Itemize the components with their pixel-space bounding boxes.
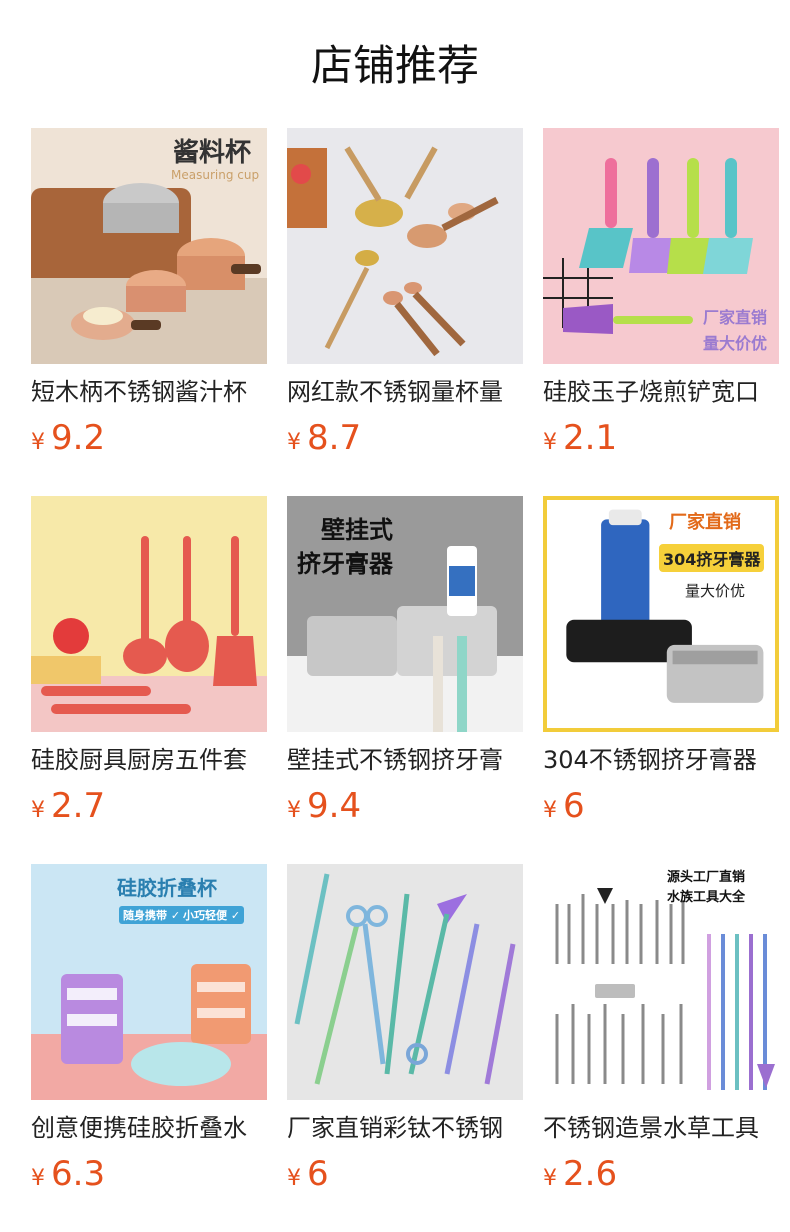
overlay-text: 304挤牙膏器 — [659, 544, 765, 572]
product-name[interactable]: 壁挂式不锈钢挤牙膏 — [287, 742, 523, 778]
overlay-text: 量大价优 — [703, 334, 768, 353]
product-image[interactable]: 厂家直销 304挤牙膏器 量大价优 — [543, 496, 779, 732]
product-price: ¥2.1 — [543, 416, 617, 460]
overlay-text: Measuring cup — [171, 168, 260, 182]
price-value: 2.7 — [51, 786, 106, 826]
product-name[interactable]: 创意便携硅胶折叠水 — [31, 1110, 267, 1146]
price-value: 6 — [563, 786, 585, 826]
currency-symbol: ¥ — [287, 1166, 301, 1191]
overlay-text: 壁挂式 — [321, 516, 393, 544]
overlay-text: 酱料杯 — [173, 138, 252, 168]
currency-symbol: ¥ — [287, 430, 301, 455]
product-image[interactable]: 源头工厂直销 水族工具大全 — [543, 864, 779, 1100]
overlay-text: 量大价优 — [685, 582, 746, 600]
overlay-text: 小巧轻便 ✓ — [179, 906, 245, 924]
price-value: 8.7 — [307, 418, 362, 458]
product-image[interactable]: 硅胶折叠杯 随身携带 ✓ 小巧轻便 ✓ — [31, 864, 267, 1100]
overlay-text: 厂家直销 — [703, 308, 768, 327]
overlay-text: 水族工具大全 — [667, 890, 746, 905]
overlay-text: 源头工厂直销 — [667, 870, 746, 885]
product-name[interactable]: 不锈钢造景水草工具 — [543, 1110, 779, 1146]
product-price: ¥6 — [543, 784, 585, 828]
product-name[interactable]: 硅胶厨具厨房五件套 — [31, 742, 267, 778]
product-image[interactable]: 厂家直销 量大价优 — [543, 128, 779, 364]
product-price: ¥9.4 — [287, 784, 361, 828]
product-name[interactable]: 硅胶玉子烧煎铲宽口 — [543, 374, 779, 410]
product-price: ¥6.3 — [31, 1152, 105, 1196]
overlay-text: 随身携带 ✓ — [119, 906, 185, 924]
product-image[interactable] — [31, 496, 267, 732]
red-silicone-utensils-image — [31, 496, 267, 732]
product-name[interactable]: 短木柄不锈钢酱汁杯 — [31, 374, 267, 410]
product-card[interactable]: 硅胶厨具厨房五件套 ¥2.7 — [31, 496, 267, 836]
product-name[interactable]: 网红款不锈钢量杯量 — [287, 374, 523, 410]
product-card[interactable]: 网红款不锈钢量杯量 ¥8.7 — [287, 128, 523, 468]
currency-symbol: ¥ — [543, 798, 557, 823]
product-card[interactable]: 壁挂式 挤牙膏器 壁挂式不锈钢挤牙膏 ¥9.4 — [287, 496, 523, 836]
price-value: 6 — [307, 1154, 329, 1194]
currency-symbol: ¥ — [31, 798, 45, 823]
overlay-text: 硅胶折叠杯 — [117, 876, 217, 900]
page-title: 店铺推荐 — [310, 41, 479, 90]
overlay-text: 挤牙膏器 — [297, 550, 393, 578]
product-price: ¥8.7 — [287, 416, 361, 460]
rainbow-titanium-tools-image — [287, 864, 523, 1100]
product-image[interactable]: 酱料杯 Measuring cup — [31, 128, 267, 364]
price-value: 2.1 — [563, 418, 618, 458]
product-price: ¥6 — [287, 1152, 329, 1196]
overlay-text: 厂家直销 — [669, 512, 741, 533]
product-image[interactable] — [287, 128, 523, 364]
product-card[interactable]: 厂家直销 304挤牙膏器 量大价优 304不锈钢挤牙膏器 ¥6 — [543, 496, 779, 836]
product-price: ¥2.6 — [543, 1152, 617, 1196]
product-card[interactable]: 厂家直销 量大价优 硅胶玉子烧煎铲宽口 ¥2.1 — [543, 128, 779, 468]
product-price: ¥2.7 — [31, 784, 105, 828]
price-value: 9.4 — [307, 786, 362, 826]
price-value: 2.6 — [563, 1154, 618, 1194]
currency-symbol: ¥ — [543, 430, 557, 455]
product-card[interactable]: 硅胶折叠杯 随身携带 ✓ 小巧轻便 ✓ 创意便携硅胶折叠水 ¥6.3 — [31, 864, 267, 1204]
product-card[interactable]: 厂家直销彩钛不锈钢 ¥6 — [287, 864, 523, 1204]
price-value: 9.2 — [51, 418, 106, 458]
currency-symbol: ¥ — [31, 430, 45, 455]
product-price: ¥9.2 — [31, 416, 105, 460]
silicone-spatulas-image — [543, 128, 779, 364]
currency-symbol: ¥ — [31, 1166, 45, 1191]
toothpaste-roller-image — [547, 500, 775, 728]
product-name[interactable]: 厂家直销彩钛不锈钢 — [287, 1110, 523, 1146]
product-card[interactable]: 酱料杯 Measuring cup 短木柄不锈钢酱汁杯 ¥9.2 — [31, 128, 267, 468]
gold-measuring-spoons-image — [287, 128, 523, 364]
currency-symbol: ¥ — [543, 1166, 557, 1191]
currency-symbol: ¥ — [287, 798, 301, 823]
product-name[interactable]: 304不锈钢挤牙膏器 — [543, 742, 779, 778]
price-value: 6.3 — [51, 1154, 106, 1194]
product-card[interactable]: 源头工厂直销 水族工具大全 不锈钢造景水草工具 ¥2.6 — [543, 864, 779, 1204]
product-image[interactable]: 壁挂式 挤牙膏器 — [287, 496, 523, 732]
product-image[interactable] — [287, 864, 523, 1100]
